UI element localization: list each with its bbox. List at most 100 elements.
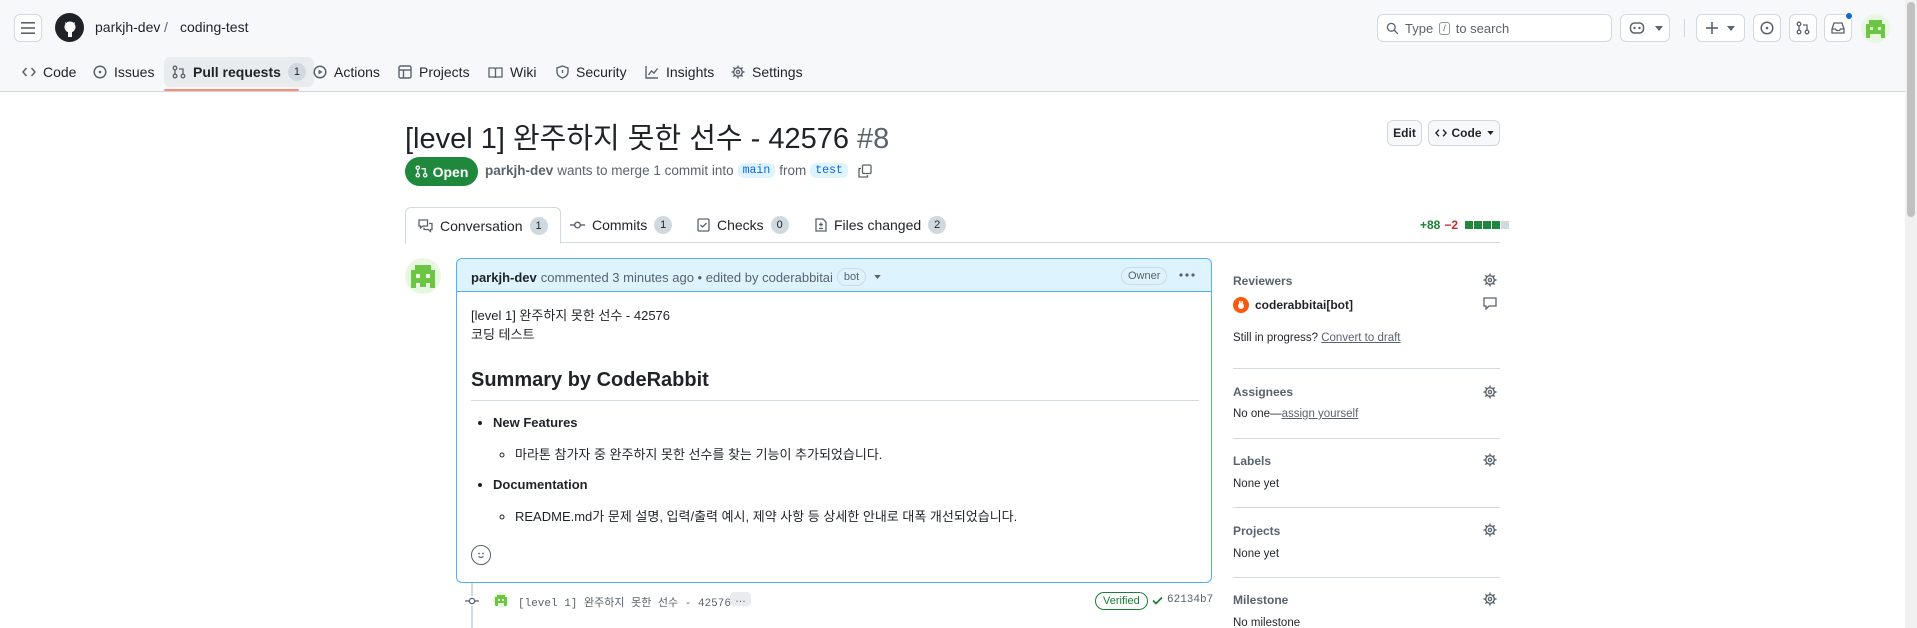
tab-checks[interactable]: Checks 0	[685, 207, 801, 243]
tab-conversation[interactable]: Conversation 1	[405, 207, 561, 244]
global-header: parkjh-dev / coding-test Type / to searc…	[0, 0, 1917, 92]
sidebar-assignees-title[interactable]: Assignees	[1233, 385, 1500, 399]
comment-author-link[interactable]: parkjh-dev	[471, 270, 537, 285]
tab-label: Issues	[114, 64, 155, 80]
notification-dot	[1845, 12, 1853, 20]
graph-icon	[645, 66, 659, 79]
copilot-icon	[1629, 22, 1645, 34]
base-branch-link[interactable]: main	[737, 163, 776, 178]
tab-counter: 0	[770, 216, 789, 234]
convert-to-draft-link[interactable]: Convert to draft	[1321, 332, 1400, 344]
sidebar-labels: Labels None yet	[1233, 454, 1500, 490]
tab-label: Settings	[752, 64, 803, 80]
verified-badge[interactable]: Verified	[1095, 592, 1148, 610]
tab-label: Code	[43, 64, 77, 80]
edit-button[interactable]: Edit	[1387, 120, 1422, 146]
tab-commits[interactable]: Commits 1	[558, 207, 684, 243]
git-pull-request-icon	[415, 165, 428, 178]
tab-projects[interactable]: Projects	[390, 57, 478, 87]
pr-number: #8	[857, 123, 890, 155]
sidebar-projects-title[interactable]: Projects	[1233, 524, 1500, 538]
comment-body: [level 1] 완주하지 못한 선수 - 42576 코딩 테스트 Summ…	[471, 306, 1199, 539]
tab-code[interactable]: Code	[14, 57, 84, 87]
table-icon	[398, 65, 412, 79]
gear-icon[interactable]	[1483, 385, 1497, 399]
breadcrumb-owner[interactable]: parkjh-dev	[95, 19, 160, 35]
assignees-none: No one—	[1233, 408, 1282, 420]
chevron-down-icon	[1655, 25, 1663, 31]
chevron-down-icon[interactable]	[874, 275, 881, 279]
comment-icon[interactable]	[1483, 297, 1497, 310]
commit-expand-button[interactable]: …	[730, 592, 751, 606]
create-new-button[interactable]	[1696, 14, 1745, 42]
reviewer-name[interactable]: coderabbitai[bot]	[1255, 298, 1353, 312]
tab-insights[interactable]: Insights	[637, 57, 722, 87]
pull-request-counter: 1	[287, 63, 306, 81]
code-button-label: Code	[1451, 126, 1482, 140]
commit-message-link[interactable]: [level 1] 완주하지 못한 선수 - 42576	[518, 594, 731, 610]
search-input[interactable]: Type / to search	[1377, 14, 1612, 42]
tab-files-changed[interactable]: Files changed 2	[803, 207, 958, 243]
gear-icon[interactable]	[1483, 592, 1497, 606]
copilot-button[interactable]	[1620, 14, 1670, 42]
tab-wiki[interactable]: Wiki	[480, 57, 544, 87]
user-avatar[interactable]	[1861, 14, 1890, 43]
list-item: 마라톤 참가자 중 완주하지 못한 선수를 찾는 기능이 추가되었습니다.	[515, 444, 1199, 463]
sidebar-reviewers-title[interactable]: Reviewers	[1233, 274, 1500, 288]
menu-button[interactable]	[14, 14, 42, 42]
sidebar-projects: Projects None yet	[1233, 524, 1500, 560]
scrollbar-thumb[interactable]	[1907, 2, 1915, 217]
comment-line: [level 1] 완주하지 못한 선수 - 42576	[471, 308, 671, 323]
tab-counter: 2	[928, 216, 947, 234]
tab-label: Pull requests	[193, 64, 281, 80]
file-diff-icon	[815, 218, 827, 232]
assign-yourself-link[interactable]: assign yourself	[1282, 408, 1359, 420]
section-title: New Features	[493, 415, 578, 430]
tab-issues[interactable]: Issues	[85, 57, 162, 87]
commit-sha[interactable]: 62134b7	[1152, 594, 1213, 606]
commit-author-avatar[interactable]	[493, 592, 509, 608]
edit-button-label: Edit	[1393, 126, 1416, 140]
summary-list: New Features 마라톤 참가자 중 완주하지 못한 선수를 찾는 기능…	[493, 415, 1199, 525]
sidebar-milestone: Milestone No milestone	[1233, 593, 1500, 628]
pr-author-link[interactable]: parkjh-dev	[485, 163, 553, 178]
gear-icon[interactable]	[1483, 523, 1497, 537]
tab-label: Conversation	[440, 217, 523, 234]
breadcrumb-repo[interactable]: coding-test	[180, 19, 248, 35]
search-placeholder-post: to search	[1455, 20, 1510, 36]
breadcrumb-separator: /	[164, 19, 168, 35]
commit-sha-text: 62134b7	[1167, 594, 1214, 606]
comment-author-avatar[interactable]	[405, 258, 441, 294]
github-logo-icon[interactable]	[55, 13, 84, 42]
play-icon	[313, 65, 327, 79]
code-dropdown-button[interactable]: Code	[1428, 120, 1500, 146]
reviewer-avatar[interactable]	[1233, 297, 1249, 313]
add-reaction-button[interactable]	[471, 545, 491, 565]
divider	[1233, 438, 1500, 439]
tab-pull-requests[interactable]: Pull requests 1	[164, 57, 314, 87]
chevron-down-icon	[1486, 131, 1494, 135]
divider	[1233, 507, 1500, 508]
tab-settings[interactable]: Settings	[723, 57, 811, 87]
tab-security[interactable]: Security	[548, 57, 635, 87]
tab-actions[interactable]: Actions	[305, 57, 388, 87]
issues-button[interactable]	[1753, 14, 1781, 42]
diffstat[interactable]: +88 −2	[1420, 218, 1510, 232]
projects-value: None yet	[1233, 548, 1280, 560]
copy-icon[interactable]	[858, 163, 872, 178]
sidebar-milestone-title[interactable]: Milestone	[1233, 593, 1500, 607]
search-shortcut-key: /	[1439, 21, 1450, 35]
pull-requests-button[interactable]	[1789, 14, 1817, 42]
section-title: Documentation	[493, 477, 588, 492]
gear-icon[interactable]	[1483, 453, 1497, 467]
head-branch-link[interactable]: test	[810, 163, 848, 178]
gear-icon[interactable]	[1483, 273, 1497, 287]
git-pull-request-icon	[1796, 21, 1810, 35]
sidebar-labels-title[interactable]: Labels	[1233, 454, 1500, 468]
shield-icon	[556, 65, 569, 79]
tab-label: Security	[576, 64, 627, 80]
sidebar-reviewers: Reviewers	[1233, 274, 1500, 288]
list-item: README.md가 문제 설명, 입력/출력 예시, 제약 사항 등 상세한 …	[515, 506, 1199, 525]
pr-meta-text: wants to merge 1 commit into	[557, 163, 734, 178]
kebab-horizontal-icon[interactable]	[1179, 273, 1195, 277]
